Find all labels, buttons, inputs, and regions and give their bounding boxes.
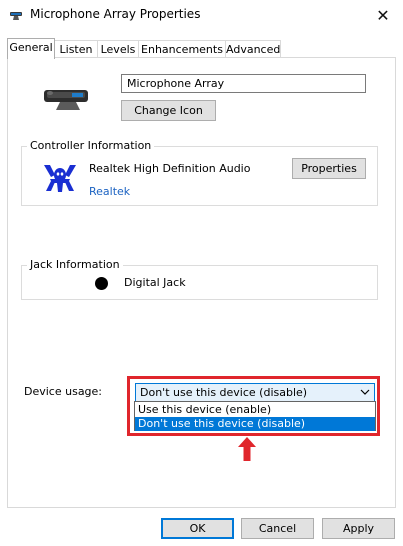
device-usage-select[interactable]: Don't use this device (disable): [135, 383, 375, 402]
title-bar: Microphone Array Properties ✕: [0, 0, 403, 30]
device-usage-label: Device usage:: [24, 385, 103, 398]
jack-information-label: Jack Information: [27, 258, 123, 271]
tab-advanced[interactable]: Advanced: [225, 40, 281, 57]
jack-color-indicator: [95, 277, 108, 290]
device-usage-selected-value: Don't use this device (disable): [140, 386, 308, 399]
close-icon: ✕: [376, 5, 390, 25]
window-title: Microphone Array Properties: [30, 7, 201, 21]
tab-label: Advanced: [226, 43, 281, 56]
device-name-input[interactable]: Microphone Array: [121, 74, 366, 93]
tab-listen[interactable]: Listen: [54, 40, 98, 57]
tab-label: Levels: [100, 43, 136, 56]
controller-name: Realtek High Definition Audio: [89, 162, 251, 175]
tab-label: General: [9, 41, 53, 54]
tab-label: Enhancements: [141, 43, 223, 56]
tab-label: Listen: [59, 43, 93, 56]
option-dont-use-device-disable[interactable]: Don't use this device (disable): [135, 417, 375, 431]
tab-levels[interactable]: Levels: [97, 40, 139, 57]
apply-button[interactable]: Apply: [322, 518, 395, 539]
controller-information-label: Controller Information: [27, 139, 155, 152]
chevron-down-icon: [360, 389, 370, 395]
tab-general[interactable]: General: [7, 38, 55, 59]
realtek-logo-icon: [44, 165, 76, 192]
tab-enhancements[interactable]: Enhancements: [138, 40, 226, 57]
device-usage-dropdown-list: Use this device (enable) Don't use this …: [134, 401, 376, 431]
close-button[interactable]: ✕: [363, 0, 403, 30]
controller-properties-button[interactable]: Properties: [292, 158, 366, 179]
arrow-up-icon: [238, 437, 256, 461]
option-use-device-enable[interactable]: Use this device (enable): [135, 403, 375, 417]
controller-vendor-link[interactable]: Realtek: [89, 185, 130, 198]
cancel-button[interactable]: Cancel: [241, 518, 314, 539]
microphone-array-icon: [44, 90, 88, 110]
ok-button[interactable]: OK: [161, 518, 234, 539]
jack-name: Digital Jack: [124, 276, 186, 289]
change-icon-button[interactable]: Change Icon: [121, 100, 216, 121]
microphone-array-icon: [10, 12, 22, 20]
